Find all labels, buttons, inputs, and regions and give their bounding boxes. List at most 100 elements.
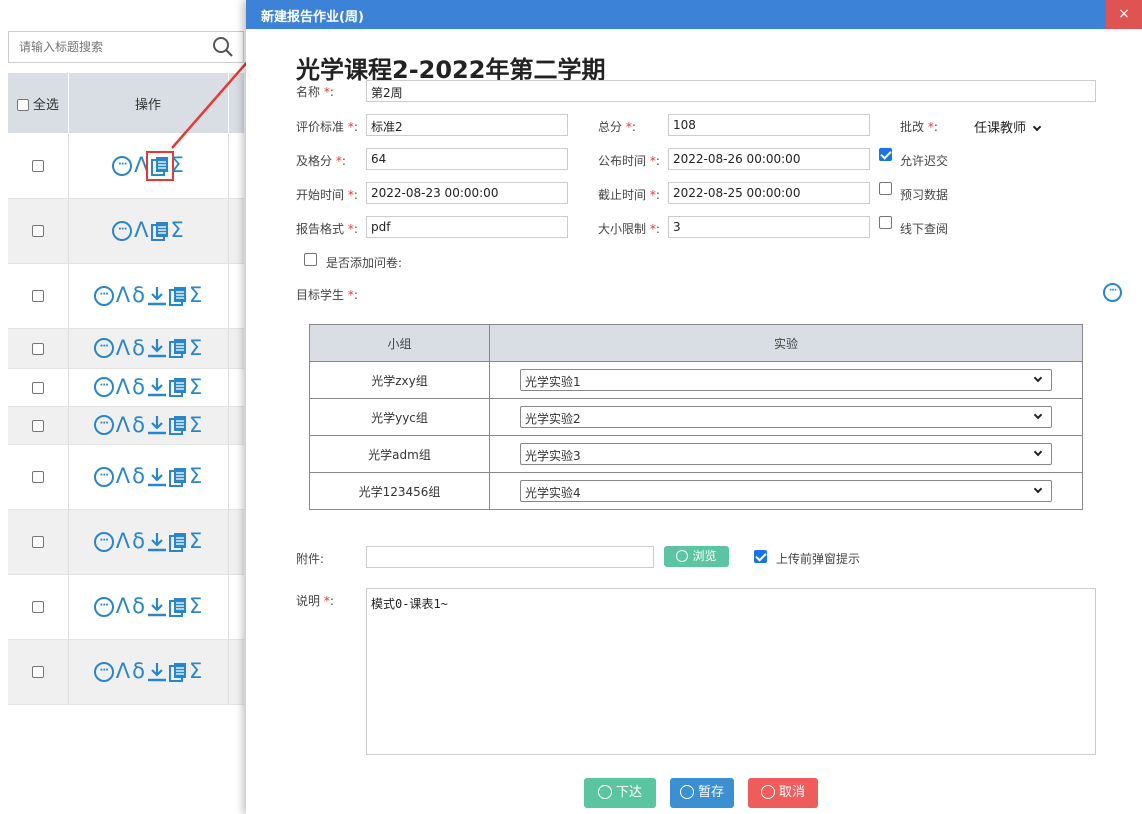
row-checkbox[interactable] <box>31 342 44 355</box>
sigma-icon[interactable]: Σ <box>189 376 202 398</box>
experiment-select[interactable]: 光学实验4 <box>520 480 1052 502</box>
more-icon[interactable]: ··· <box>93 466 114 487</box>
upload-popup-checkbox[interactable] <box>754 550 767 563</box>
row-checkbox[interactable] <box>31 666 44 678</box>
copy-icon[interactable] <box>168 415 187 436</box>
experiment-select[interactable]: 光学实验2 <box>520 406 1052 428</box>
sigma-icon[interactable]: Σ <box>189 531 202 552</box>
attachment-input[interactable] <box>366 546 654 568</box>
close-icon[interactable]: × <box>1106 0 1142 29</box>
sigma-icon[interactable]: Σ <box>189 661 202 682</box>
delta-icon[interactable]: δ <box>132 337 145 359</box>
row-checkbox[interactable] <box>31 381 44 394</box>
copy-icon[interactable] <box>168 597 187 617</box>
cancel-button[interactable]: 取消 <box>748 778 818 808</box>
download-icon[interactable] <box>147 532 167 552</box>
name-input[interactable]: 第2周 <box>366 80 1096 102</box>
download-icon[interactable] <box>147 662 167 682</box>
row-extra-cell <box>228 444 244 510</box>
lambda-icon[interactable]: Λ <box>116 376 130 398</box>
search-input[interactable] <box>9 32 204 62</box>
description-textarea[interactable]: 模式0-课表1~ <box>366 588 1096 755</box>
copy-icon[interactable] <box>168 662 187 682</box>
lambda-icon[interactable]: Λ <box>116 596 130 617</box>
more-icon[interactable]: ··· <box>93 377 114 398</box>
row-checkbox[interactable] <box>31 471 44 483</box>
row-select-cell <box>8 368 69 407</box>
issue-button[interactable]: 下达 <box>584 778 656 808</box>
save-button[interactable]: 暂存 <box>670 778 734 808</box>
copy-icon[interactable] <box>150 221 169 241</box>
grading-select[interactable]: 任课教师 <box>974 117 1042 136</box>
more-icon[interactable]: ··· <box>93 596 114 617</box>
offline-review-checkbox[interactable] <box>879 216 892 229</box>
row-checkbox[interactable] <box>31 225 44 237</box>
more-icon[interactable]: ··· <box>1103 283 1122 302</box>
copy-icon[interactable] <box>168 338 187 359</box>
search-icon[interactable] <box>212 36 234 58</box>
sigma-icon[interactable]: Σ <box>171 155 184 176</box>
lambda-icon[interactable]: Λ <box>134 220 148 241</box>
preview-data-checkbox[interactable] <box>879 182 892 195</box>
copy-icon[interactable] <box>168 532 187 552</box>
more-icon[interactable]: ··· <box>93 661 114 682</box>
deadline-input[interactable]: 2022-08-25 00:00:00 <box>668 182 870 204</box>
row-checkbox[interactable] <box>31 536 44 548</box>
row-checkbox[interactable] <box>31 290 44 302</box>
format-input[interactable]: pdf <box>366 216 568 238</box>
lambda-icon[interactable]: Λ <box>116 285 130 306</box>
sigma-icon[interactable]: Σ <box>189 596 202 617</box>
lambda-icon[interactable]: Λ <box>116 337 130 359</box>
publish-input[interactable]: 2022-08-26 00:00:00 <box>668 148 870 170</box>
download-icon[interactable] <box>147 377 167 397</box>
experiment-select[interactable]: 光学实验1 <box>520 369 1052 391</box>
pass-input[interactable]: 64 <box>366 148 568 170</box>
lambda-icon[interactable]: Λ <box>134 155 148 176</box>
row-checkbox[interactable] <box>31 159 44 172</box>
sigma-icon[interactable]: Σ <box>189 285 202 306</box>
more-icon[interactable]: ··· <box>112 220 133 241</box>
delta-icon[interactable]: δ <box>132 285 145 306</box>
start-input[interactable]: 2022-08-23 00:00:00 <box>366 182 568 204</box>
row-ops-cell: ··· Λδ Σ <box>68 444 229 510</box>
row-checkbox[interactable] <box>31 419 44 432</box>
select-all-checkbox[interactable] <box>16 99 29 111</box>
delta-icon[interactable]: δ <box>132 414 145 436</box>
download-icon[interactable] <box>147 597 167 617</box>
standard-input[interactable]: 标准2 <box>366 114 568 136</box>
more-icon[interactable]: ··· <box>93 531 114 552</box>
more-icon[interactable]: ··· <box>93 415 114 436</box>
delta-icon[interactable]: δ <box>132 376 145 398</box>
download-icon[interactable] <box>147 415 167 435</box>
total-input[interactable]: 108 <box>668 114 870 136</box>
copy-icon[interactable] <box>168 286 187 306</box>
allow-late-checkbox[interactable] <box>879 148 892 161</box>
delta-icon[interactable]: δ <box>132 466 145 487</box>
more-icon[interactable]: ··· <box>93 285 114 306</box>
download-icon[interactable] <box>147 467 167 487</box>
lambda-icon[interactable]: Λ <box>116 466 130 487</box>
more-icon[interactable]: ··· <box>93 338 114 359</box>
sigma-icon[interactable]: Σ <box>189 466 202 487</box>
browse-button[interactable]: 浏览 <box>664 546 729 567</box>
delta-icon[interactable]: δ <box>132 531 145 552</box>
add-survey-checkbox[interactable] <box>304 253 317 266</box>
lambda-icon[interactable]: Λ <box>116 414 130 436</box>
size-input[interactable]: 3 <box>668 216 870 238</box>
sigma-icon[interactable]: Σ <box>189 414 202 436</box>
delta-icon[interactable]: δ <box>132 661 145 682</box>
lambda-icon[interactable]: Λ <box>116 661 130 682</box>
experiment-select[interactable]: 光学实验3 <box>520 443 1052 465</box>
download-icon[interactable] <box>147 286 167 306</box>
more-icon[interactable]: ··· <box>112 155 133 176</box>
search-box <box>8 31 244 63</box>
sigma-icon[interactable]: Σ <box>171 220 184 241</box>
copy-icon[interactable] <box>168 467 187 487</box>
download-icon[interactable] <box>147 338 167 358</box>
copy-icon[interactable] <box>145 150 174 181</box>
row-checkbox[interactable] <box>31 601 44 613</box>
sigma-icon[interactable]: Σ <box>189 337 202 359</box>
copy-icon[interactable] <box>168 377 187 398</box>
lambda-icon[interactable]: Λ <box>116 531 130 552</box>
delta-icon[interactable]: δ <box>132 596 145 617</box>
